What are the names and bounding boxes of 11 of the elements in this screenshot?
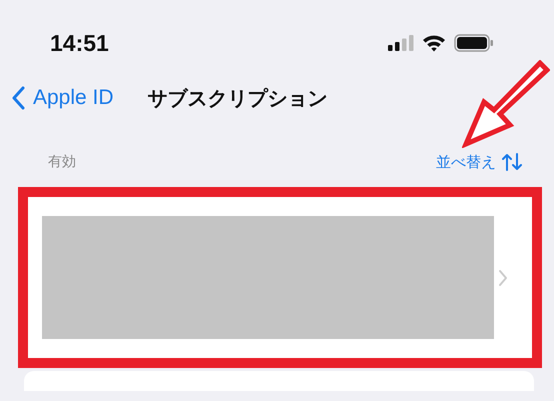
chevron-right-icon (498, 268, 508, 286)
wifi-icon (422, 34, 446, 52)
signal-icon (388, 35, 414, 51)
chevron-left-icon (12, 86, 25, 110)
sort-icon (502, 153, 522, 171)
page-title: サブスクリプション (148, 86, 328, 112)
section-header: 有効 (48, 153, 76, 171)
status-time: 14:51 (50, 30, 109, 56)
sort-link[interactable]: 並べ替え (436, 152, 522, 172)
back-button[interactable]: Apple ID (12, 86, 114, 110)
battery-icon (454, 34, 494, 52)
